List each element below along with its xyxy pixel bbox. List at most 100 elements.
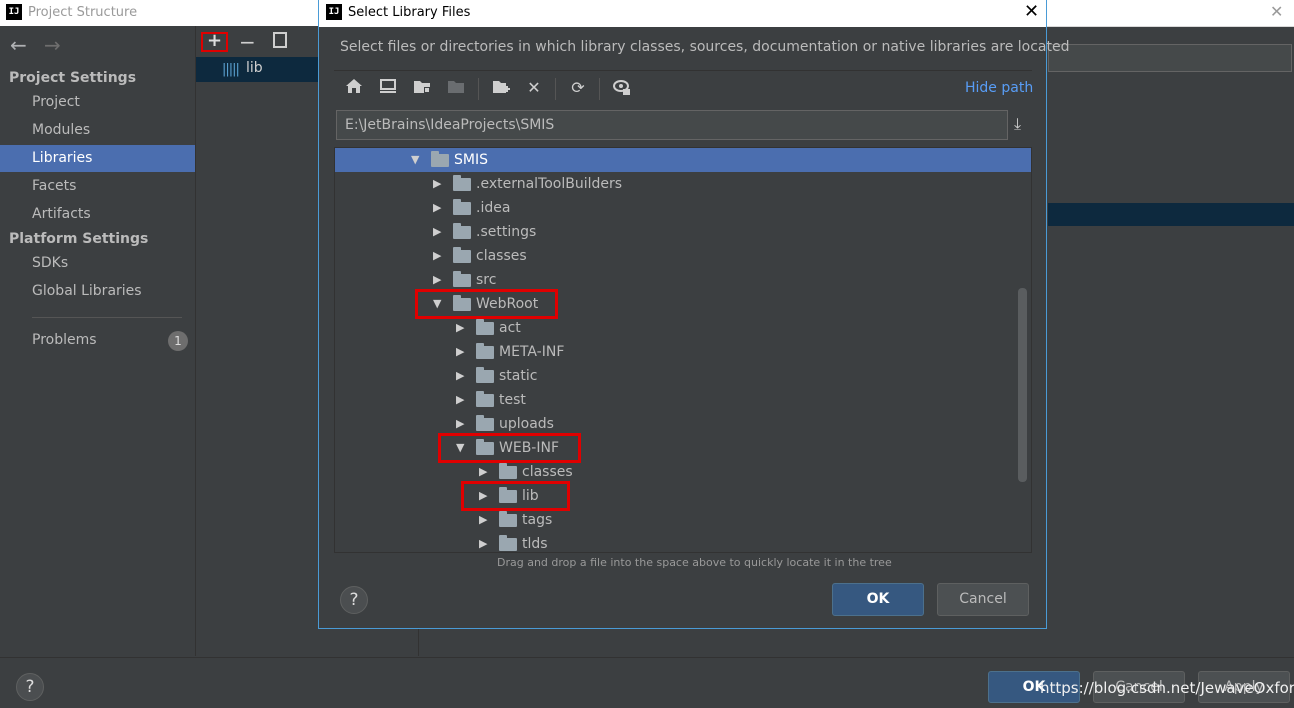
dialog-title: Select Library Files bbox=[348, 5, 471, 20]
section-header-platform-settings: Platform Settings bbox=[9, 231, 149, 247]
section-header-project-settings: Project Settings bbox=[9, 70, 137, 86]
project-folder-icon[interactable] bbox=[411, 78, 433, 98]
tree-row[interactable]: ▶ lib bbox=[335, 484, 995, 508]
folder-icon bbox=[453, 223, 471, 239]
folder-icon bbox=[453, 271, 471, 287]
toolbar-separator bbox=[599, 78, 600, 100]
sidebar-item-problems[interactable]: Problems bbox=[0, 327, 195, 354]
sidebar-item-project[interactable]: Project bbox=[0, 89, 195, 116]
dialog-help-button[interactable]: ? bbox=[340, 586, 368, 614]
expand-arrow-icon[interactable]: ▶ bbox=[479, 532, 487, 552]
tree-row[interactable]: ▶ .settings bbox=[335, 220, 995, 244]
tree-row-label: static bbox=[499, 368, 538, 384]
library-label[interactable]: lib bbox=[246, 60, 263, 76]
folder-icon bbox=[476, 367, 494, 383]
sidebar-item-facets[interactable]: Facets bbox=[0, 173, 195, 200]
show-hidden-icon[interactable] bbox=[611, 78, 633, 98]
sidebar-item-global-libraries[interactable]: Global Libraries bbox=[0, 278, 195, 305]
expand-arrow-icon[interactable]: ▶ bbox=[456, 364, 464, 388]
background-close-icon[interactable]: ✕ bbox=[1270, 2, 1283, 21]
expand-arrow-icon[interactable]: ▶ bbox=[433, 220, 441, 244]
add-icon[interactable]: + bbox=[201, 32, 228, 52]
background-window-title: Project Structure bbox=[28, 5, 138, 20]
tree-row-label: act bbox=[499, 320, 521, 336]
tree-row[interactable]: ▶ act bbox=[335, 316, 995, 340]
tree-row-label: .settings bbox=[476, 224, 537, 240]
expand-arrow-icon[interactable]: ▶ bbox=[433, 244, 441, 268]
tree-row[interactable]: ▶ tags bbox=[335, 508, 995, 532]
folder-icon bbox=[499, 463, 517, 479]
problems-count-badge: 1 bbox=[168, 331, 188, 351]
new-folder-icon[interactable] bbox=[490, 78, 512, 98]
refresh-icon[interactable]: ⟳ bbox=[567, 78, 589, 98]
tree-row-label: META-INF bbox=[499, 344, 565, 360]
sidebar-item-sdks[interactable]: SDKs bbox=[0, 250, 195, 277]
expand-arrow-icon[interactable]: ▶ bbox=[433, 196, 441, 220]
sidebar-item-libraries[interactable]: Libraries bbox=[0, 145, 195, 172]
tree-row[interactable]: ▶ .externalToolBuilders bbox=[335, 172, 995, 196]
dialog-app-logo-icon: IJ bbox=[326, 4, 342, 20]
tree-row-label: test bbox=[499, 392, 526, 408]
path-input[interactable]: E:\JetBrains\IdeaProjects\SMIS bbox=[336, 110, 1008, 140]
tree-row[interactable]: ▶ test bbox=[335, 388, 995, 412]
tree-row[interactable]: ▶ .idea bbox=[335, 196, 995, 220]
tree-row[interactable]: ▼ SMIS bbox=[335, 148, 1031, 172]
sidebar-item-modules[interactable]: Modules bbox=[0, 117, 195, 144]
expand-arrow-icon[interactable]: ▶ bbox=[456, 316, 464, 340]
folder-icon bbox=[499, 535, 517, 551]
expand-arrow-icon[interactable]: ▶ bbox=[433, 172, 441, 196]
folder-icon bbox=[476, 319, 494, 335]
library-content-row[interactable] bbox=[1048, 203, 1294, 226]
dialog-description: Select files or directories in which lib… bbox=[340, 39, 1070, 55]
help-button[interactable]: ? bbox=[16, 673, 44, 701]
hide-path-link[interactable]: Hide path bbox=[965, 80, 1033, 96]
folder-icon bbox=[453, 247, 471, 263]
download-icon[interactable]: ⤓ bbox=[1014, 114, 1021, 134]
toolbar-separator bbox=[555, 78, 556, 100]
sidebar-divider bbox=[32, 317, 182, 318]
tree-row[interactable]: ▶ classes bbox=[335, 460, 995, 484]
tree-row[interactable]: ▶ uploads bbox=[335, 412, 995, 436]
tree-row-label: .idea bbox=[476, 200, 511, 216]
expand-arrow-icon[interactable]: ▶ bbox=[456, 340, 464, 364]
back-arrow-icon[interactable]: ← bbox=[10, 33, 27, 57]
folder-icon bbox=[476, 415, 494, 431]
tree-scrollbar[interactable] bbox=[1018, 288, 1027, 482]
highlight-box bbox=[438, 433, 581, 463]
delete-icon[interactable]: ✕ bbox=[523, 78, 545, 98]
file-tree[interactable]: ▼ SMIS ▶ .externalToolBuilders ▶ .idea ▶ .setti… bbox=[334, 147, 1032, 553]
folder-icon bbox=[476, 391, 494, 407]
collapse-arrow-icon[interactable]: ▼ bbox=[411, 148, 419, 172]
dialog-cancel-button[interactable]: Cancel bbox=[937, 583, 1029, 616]
desktop-icon[interactable] bbox=[377, 78, 399, 98]
tree-row-label: tlds bbox=[522, 536, 548, 552]
dialog-divider bbox=[334, 70, 1032, 71]
library-name-field[interactable] bbox=[1048, 44, 1292, 72]
tree-row[interactable]: ▶ classes bbox=[335, 244, 995, 268]
folder-icon bbox=[499, 511, 517, 527]
sidebar-item-artifacts[interactable]: Artifacts bbox=[0, 201, 195, 228]
expand-arrow-icon[interactable]: ▶ bbox=[479, 508, 487, 532]
copy-icon[interactable] bbox=[273, 32, 287, 48]
library-icon: ||||| bbox=[222, 62, 240, 77]
folder-icon bbox=[453, 175, 471, 191]
tree-row[interactable]: ▶ static bbox=[335, 364, 995, 388]
module-folder-icon[interactable] bbox=[445, 78, 467, 98]
expand-arrow-icon[interactable]: ▶ bbox=[456, 388, 464, 412]
watermark-text: https://blog.csdn.net/JewaveOxford bbox=[1040, 679, 1294, 697]
folder-icon bbox=[453, 199, 471, 215]
tree-row[interactable]: ▶ tlds bbox=[335, 532, 995, 552]
tree-row-label: SMIS bbox=[454, 152, 488, 168]
forward-arrow-icon[interactable]: → bbox=[44, 33, 61, 57]
app-logo-icon: IJ bbox=[6, 4, 22, 20]
dialog-close-icon[interactable]: ✕ bbox=[1024, 1, 1039, 22]
folder-icon bbox=[431, 151, 449, 167]
tree-row-label: .externalToolBuilders bbox=[476, 176, 623, 192]
dialog-ok-button[interactable]: OK bbox=[832, 583, 924, 616]
home-icon[interactable] bbox=[343, 78, 365, 98]
highlight-box bbox=[415, 289, 558, 319]
tree-row[interactable]: ▼ WEB-INF bbox=[335, 436, 995, 460]
tree-row[interactable]: ▶ META-INF bbox=[335, 340, 995, 364]
tree-row-label: classes bbox=[476, 248, 527, 264]
remove-icon[interactable]: − bbox=[239, 30, 256, 54]
